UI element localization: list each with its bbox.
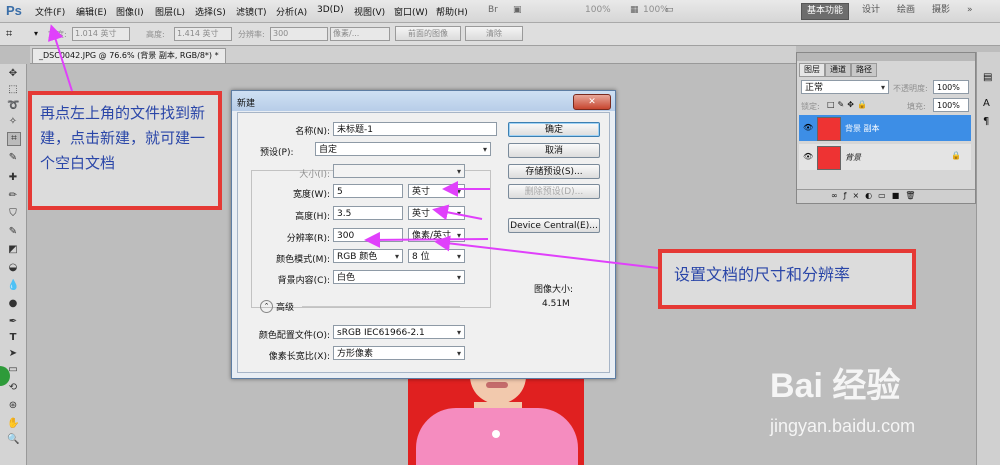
arrow-to-height (432, 204, 483, 221)
baidu-watermark-url: jingyan.baidu.com (770, 416, 916, 436)
arrow-to-file-menu (48, 24, 73, 92)
arrow-from-note (434, 235, 659, 269)
arrow-to-resolution (364, 231, 489, 248)
baidu-watermark: Bai 经验 (770, 367, 901, 405)
